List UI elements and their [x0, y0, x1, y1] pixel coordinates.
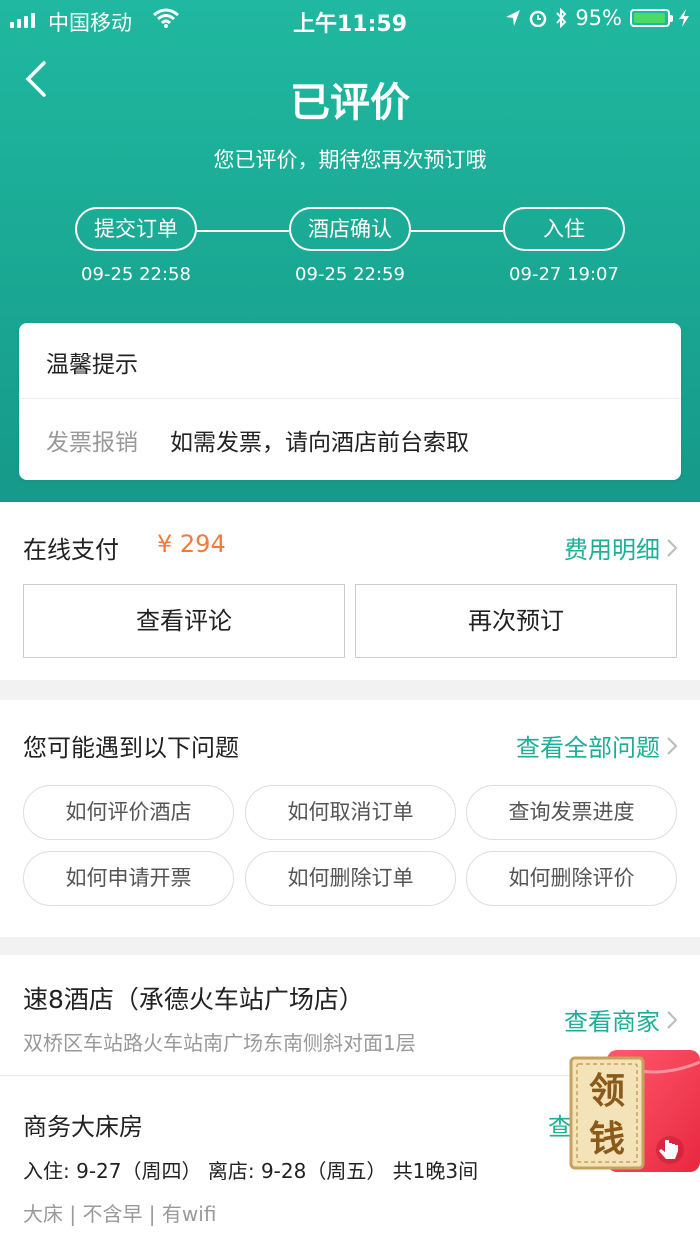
tip-card: 温馨提示 发票报销 如需发票，请向酒店前台索取	[19, 323, 681, 480]
hand-pointer-icon	[656, 1136, 684, 1164]
battery-percent: 95%	[575, 6, 622, 30]
progress-connector	[411, 230, 503, 232]
divider	[19, 398, 681, 399]
view-review-button[interactable]: 查看评论	[23, 584, 345, 658]
step-time: 09-27 19:07	[509, 264, 619, 285]
step-time: 09-25 22:58	[81, 264, 191, 285]
fee-details-link[interactable]: 费用明细	[564, 530, 678, 565]
faq-chip[interactable]: 如何删除订单	[245, 851, 456, 906]
faq-chip[interactable]: 如何评价酒店	[23, 785, 234, 840]
header-banner: 中国移动 上午11:59 95% 已评价 您已评价，期待您再次预订哦 提交订单 …	[0, 0, 700, 502]
payment-label: 在线支付	[23, 536, 119, 564]
room-name: 商务大床房	[23, 1113, 143, 1141]
view-merchant-label: 查看商家	[564, 1008, 660, 1036]
invoice-label: 发票报销	[46, 430, 138, 456]
hotel-address: 双桥区车站路火车站南广场东南侧斜对面1层	[23, 1031, 416, 1055]
battery-icon	[630, 9, 673, 27]
fee-details-label: 费用明细	[564, 536, 660, 564]
step-time: 09-25 22:59	[295, 264, 405, 285]
view-all-questions-link[interactable]: 查看全部问题	[516, 728, 678, 763]
faq-chip[interactable]: 如何申请开票	[23, 851, 234, 906]
red-envelope-label-top: 领	[589, 1071, 625, 1112]
step-hotel-confirm: 酒店确认	[289, 207, 411, 251]
progress-connector	[197, 230, 289, 232]
faq-chip[interactable]: 查询发票进度	[466, 785, 677, 840]
step-check-in: 入住	[503, 207, 625, 251]
book-again-button[interactable]: 再次预订	[355, 584, 677, 658]
invoice-note: 如需发票，请向酒店前台索取	[170, 430, 469, 456]
faq-section: 您可能遇到以下问题 查看全部问题 如何评价酒店 如何取消订单 查询发票进度 如何…	[0, 700, 700, 937]
chevron-right-icon	[667, 736, 678, 755]
red-envelope-label-bottom: 钱	[589, 1119, 625, 1160]
room-features: 大床 | 不含早 | 有wifi	[23, 1202, 217, 1226]
red-envelope-icon[interactable]: 领 钱	[567, 1048, 700, 1173]
hotel-name: 速8酒店（承德火车站广场店）	[23, 985, 364, 1014]
order-progress: 提交订单 酒店确认 入住 09-25 22:58 09-25 22:59 09-…	[0, 207, 700, 287]
view-all-questions-label: 查看全部问题	[516, 734, 660, 762]
step-submit-order: 提交订单	[75, 207, 197, 251]
bluetooth-icon	[556, 8, 567, 28]
chevron-right-icon	[667, 538, 678, 557]
chevron-right-icon	[667, 1010, 678, 1029]
faq-chip[interactable]: 如何取消订单	[245, 785, 456, 840]
faq-title: 您可能遇到以下问题	[23, 734, 239, 762]
page-title: 已评价	[290, 80, 410, 126]
alarm-icon	[530, 10, 547, 27]
faq-chip[interactable]: 如何删除评价	[466, 851, 677, 906]
charging-icon	[679, 9, 689, 27]
status-bar: 中国移动 上午11:59 95%	[0, 0, 700, 40]
page-subtitle: 您已评价，期待您再次预订哦	[213, 148, 487, 172]
stay-dates: 入住: 9-27（周四） 离店: 9-28（周五） 共1晚3间	[23, 1159, 479, 1183]
tip-title: 温馨提示	[46, 352, 138, 378]
view-merchant-link[interactable]: 查看商家	[564, 1002, 678, 1037]
location-icon	[506, 10, 521, 26]
payment-section: 在线支付 ¥ 294 费用明细 查看评论 再次预订	[0, 502, 700, 680]
payment-amount: ¥ 294	[157, 530, 226, 558]
